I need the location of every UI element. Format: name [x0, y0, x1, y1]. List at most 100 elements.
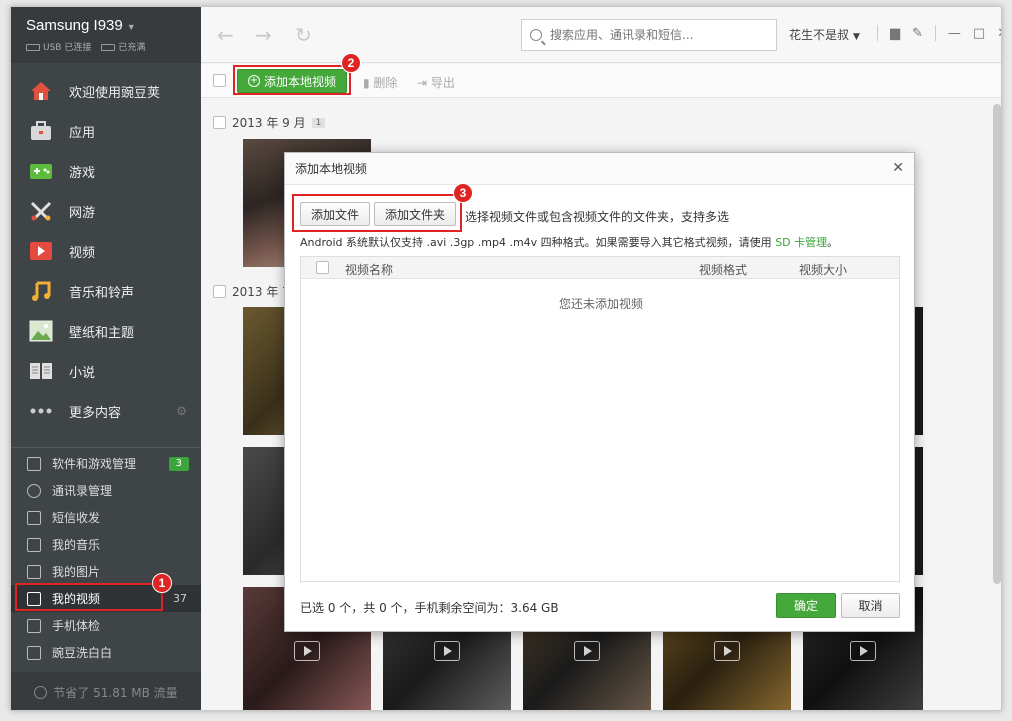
select-all-checkbox[interactable] — [213, 74, 226, 87]
traffic-saved-text: 节省了 51.81 MB 流量 — [53, 685, 178, 700]
column-name: 视频名称 — [345, 263, 394, 277]
search-icon — [530, 29, 542, 41]
maximize-icon[interactable]: □ — [973, 26, 985, 41]
back-arrow-icon[interactable]: ← — [217, 23, 234, 47]
video-count: 37 — [173, 592, 187, 605]
delete-button[interactable]: ▮ 删除 — [363, 74, 397, 91]
sidebar-item-contacts[interactable]: 通讯录管理 — [11, 477, 201, 504]
sidebar-item-wallpaper[interactable]: 壁纸和主题 — [11, 311, 201, 351]
sidebar-item-app-manager[interactable]: 软件和游戏管理 3 — [11, 450, 201, 477]
sidebar-item-my-music[interactable]: 我的音乐 — [11, 531, 201, 558]
device-header[interactable]: Samsung I939 ▼ USB 已连接 已充满 — [11, 7, 201, 63]
select-hint: 选择视频文件或包含视频文件的文件夹，支持多选 — [465, 210, 730, 224]
highlight-box-my-videos — [15, 583, 163, 611]
sidebar-item-welcome[interactable]: 欢迎使用豌豆荚 — [11, 71, 201, 111]
highlight-box-add-file — [292, 194, 462, 232]
play-icon — [434, 641, 460, 661]
column-format: 视频格式 — [699, 263, 748, 277]
group-checkbox[interactable] — [213, 116, 226, 129]
sidebar-item-my-pictures[interactable]: 我的图片 — [11, 558, 201, 585]
divider — [934, 25, 936, 41]
sidebar-item-more[interactable]: 更多内容 ⚙ — [11, 391, 201, 431]
sidebar-item-novels[interactable]: 小说 — [11, 351, 201, 391]
video-file-table: 视频名称 视频格式 视频大小 您还未添加视频 — [300, 256, 900, 582]
battery-status: 已充满 — [118, 43, 146, 53]
sidebar-item-sms[interactable]: 短信收发 — [11, 504, 201, 531]
swords-icon — [29, 200, 53, 222]
sidebar-item-label: 网游 — [69, 205, 96, 221]
sidebar-nav: 欢迎使用豌豆荚 应用 游戏 网游 视频 音乐和铃声 壁纸和主题 小说 更多内容 … — [11, 71, 201, 431]
minimize-icon[interactable]: — — [948, 26, 961, 41]
sidebar-item-apps[interactable]: 应用 — [11, 111, 201, 151]
annotation-marker-1: 1 — [152, 573, 172, 593]
battery-icon — [101, 44, 116, 51]
dialog-title: 添加本地视频 — [295, 162, 368, 176]
sidebar-item-label: 我的图片 — [52, 565, 101, 579]
empty-state-text: 您还未添加视频 — [558, 297, 643, 311]
forward-arrow-icon[interactable]: → — [255, 23, 272, 47]
update-count-badge: 3 — [168, 456, 189, 471]
user-menu[interactable]: 花生不是叔 ▼ — [789, 26, 860, 43]
export-icon: ⇥ — [417, 76, 431, 90]
group-count: 1 — [311, 117, 326, 128]
sidebar-item-label: 我的音乐 — [52, 538, 101, 552]
sidebar-item-label: 豌豆洗白白 — [52, 646, 113, 660]
gear-icon[interactable]: ⚙ — [176, 404, 187, 418]
picture-icon — [29, 320, 53, 342]
sidebar-item-label: 壁纸和主题 — [69, 325, 135, 341]
sd-card-link[interactable]: SD 卡管理 — [775, 236, 827, 249]
traffic-saved-footer: 节省了 51.81 MB 流量 — [11, 672, 201, 710]
search-input[interactable] — [550, 28, 770, 42]
select-all-checkbox[interactable] — [316, 261, 329, 274]
sidebar-item-games[interactable]: 游戏 — [11, 151, 201, 191]
sidebar-item-cleaner[interactable]: 豌豆洗白白 — [11, 639, 201, 666]
scrollbar[interactable] — [993, 104, 1001, 584]
person-icon — [27, 483, 41, 498]
table-header: 视频名称 视频格式 视频大小 — [301, 257, 899, 279]
music-note-icon — [27, 537, 41, 552]
feedback-icon[interactable]: ▆ — [890, 26, 900, 41]
usb-icon — [26, 44, 40, 51]
sidebar-item-label: 欢迎使用豌豆荚 — [69, 85, 161, 101]
wrench-icon[interactable]: ✎ — [912, 26, 923, 41]
close-icon[interactable]: ✕ — [997, 26, 1001, 41]
sidebar-tools: 软件和游戏管理 3 通讯录管理 短信收发 我的音乐 我的图片 我的视频 37 手… — [11, 450, 201, 666]
cancel-button[interactable]: 取消 — [841, 593, 900, 618]
export-button[interactable]: ⇥ 导出 — [417, 74, 455, 91]
top-bar: ← → ↻ 花生不是叔▼ ▆ ✎ — □ ✕ — [201, 7, 1001, 63]
refresh-icon[interactable]: ↻ — [295, 23, 312, 47]
sidebar-item-label: 视频 — [69, 245, 96, 261]
sidebar-item-phone-checkup[interactable]: 手机体检 — [11, 612, 201, 639]
sidebar-item-label: 通讯录管理 — [52, 484, 113, 498]
sidebar-item-music[interactable]: 音乐和铃声 — [11, 271, 201, 311]
play-icon — [29, 240, 53, 262]
play-icon — [574, 641, 600, 661]
music-icon — [29, 280, 53, 302]
sidebar-item-video[interactable]: 视频 — [11, 231, 201, 271]
group-header: 2013 年 9 月 1 — [213, 114, 326, 131]
confirm-button[interactable]: 确定 — [776, 593, 836, 618]
sidebar-item-online-games[interactable]: 网游 — [11, 191, 201, 231]
image-icon — [27, 564, 41, 579]
trash-icon: ▮ — [363, 76, 374, 90]
device-name: Samsung I939 — [26, 17, 123, 34]
search-box[interactable] — [521, 19, 777, 51]
chevron-down-icon: ▼ — [853, 32, 860, 42]
close-icon[interactable]: ✕ — [892, 160, 904, 176]
cleaner-icon — [27, 645, 41, 660]
divider — [877, 25, 878, 41]
sidebar-item-label: 应用 — [69, 125, 96, 141]
play-icon — [294, 641, 320, 661]
plus-cross-icon — [27, 618, 41, 633]
briefcase-icon — [29, 120, 53, 142]
chevron-down-icon: ▼ — [126, 22, 136, 32]
annotation-marker-2: 2 — [341, 53, 361, 73]
sidebar-item-label: 软件和游戏管理 — [52, 457, 137, 471]
dialog-header: 添加本地视频 ✕ — [285, 153, 914, 185]
group-header: 2013 年 7 — [213, 283, 290, 300]
sidebar-item-label: 音乐和铃声 — [69, 285, 135, 301]
group-label: 2013 年 9 月 — [232, 116, 306, 130]
sidebar-item-label: 更多内容 — [69, 405, 122, 421]
sidebar-item-label: 游戏 — [69, 165, 96, 181]
group-checkbox[interactable] — [213, 285, 226, 298]
